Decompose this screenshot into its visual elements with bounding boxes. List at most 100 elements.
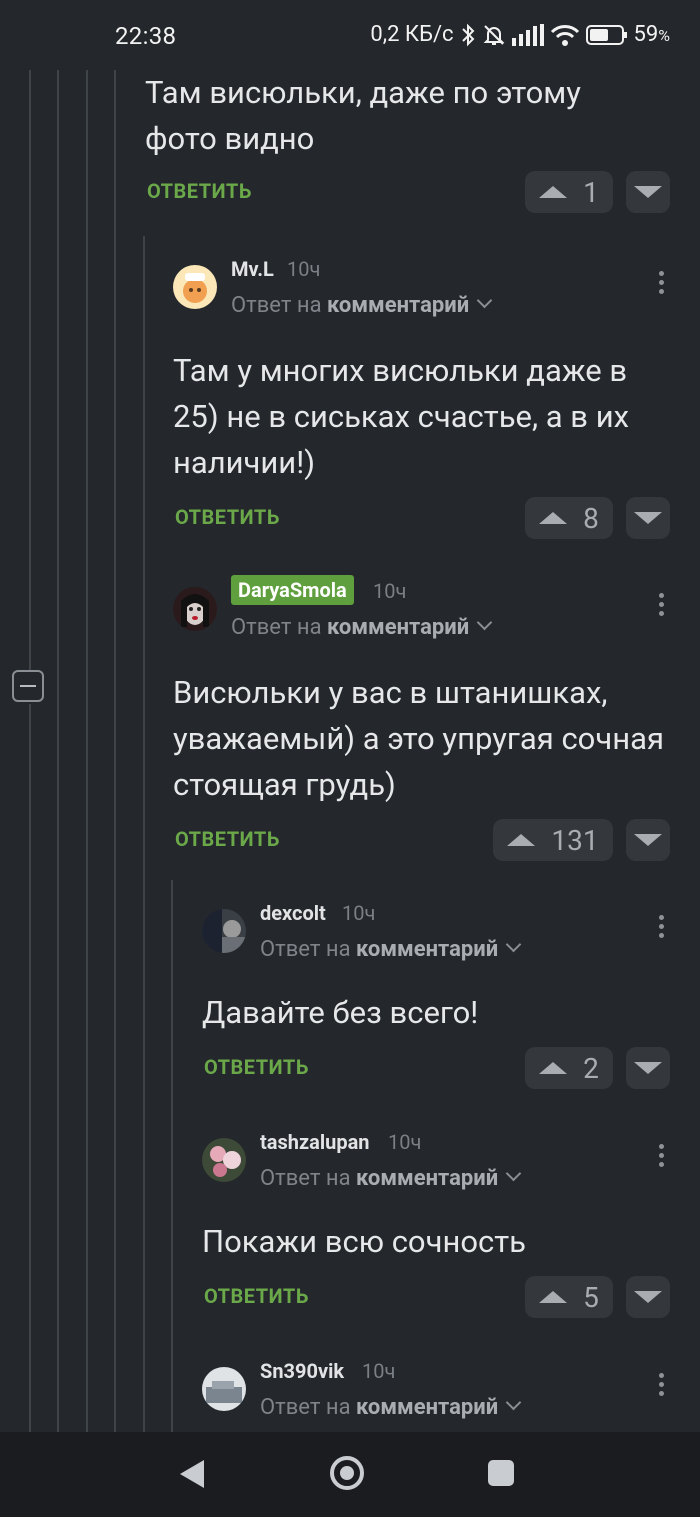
- vote-count: 131: [551, 823, 599, 857]
- thread-line: [29, 70, 31, 670]
- thread-line: [86, 70, 88, 1432]
- comment-actions: ОТВЕТИТЬ 2: [202, 1047, 670, 1089]
- arrow-down-icon: [634, 834, 662, 846]
- chevron-down-icon: [476, 292, 493, 309]
- recent-apps-icon[interactable]: [488, 1460, 514, 1486]
- upvote-button[interactable]: 5: [525, 1276, 613, 1318]
- comment-text: Покажи всю сочность: [202, 1223, 526, 1260]
- comment-actions: ОТВЕТИТЬ 131: [173, 819, 670, 861]
- bluetooth-icon: [461, 23, 474, 46]
- battery-icon: [585, 24, 627, 45]
- downvote-button[interactable]: [626, 819, 670, 861]
- username[interactable]: tashzalupan: [260, 1130, 369, 1154]
- comment: dexcolt 10ч Ответ на комментарий Давайте…: [202, 901, 670, 1089]
- downvote-button[interactable]: [626, 171, 670, 213]
- comment-header: Mv.L 10ч Ответ на комментарий: [173, 257, 670, 327]
- arrow-up-icon: [507, 834, 536, 846]
- arrow-up-icon: [539, 1291, 568, 1303]
- status-icons: 0,2 КБ/с 59%: [370, 22, 670, 47]
- comment-actions: ОТВЕТИТЬ 8: [173, 497, 670, 539]
- reply-button[interactable]: ОТВЕТИТЬ: [147, 179, 252, 203]
- back-icon[interactable]: [180, 1460, 204, 1488]
- chevron-down-icon: [505, 936, 522, 953]
- chevron-down-icon: [505, 1165, 522, 1182]
- chevron-down-icon: [505, 1394, 522, 1411]
- more-options-icon[interactable]: [659, 271, 665, 298]
- downvote-button[interactable]: [626, 497, 670, 539]
- more-options-icon[interactable]: [659, 915, 665, 942]
- comment: Mv.L 10ч Ответ на комментарий Там у мног…: [173, 257, 670, 539]
- comment-header: Sn390vik 10ч Ответ на комментарий: [202, 1359, 670, 1429]
- reply-to-link[interactable]: Ответ на комментарий: [260, 1165, 522, 1191]
- vote-count: 8: [583, 501, 599, 535]
- chevron-down-icon: [476, 614, 493, 631]
- avatar-cat-icon: [173, 265, 217, 309]
- reply-button[interactable]: ОТВЕТИТЬ: [175, 505, 280, 529]
- reply-button[interactable]: ОТВЕТИТЬ: [204, 1055, 309, 1079]
- reply-button[interactable]: ОТВЕТИТЬ: [204, 1284, 309, 1308]
- comment-text: Давайте без всего!: [202, 994, 479, 1031]
- comment-actions: ОТВЕТИТЬ 5: [202, 1276, 670, 1318]
- home-icon[interactable]: [330, 1456, 364, 1490]
- comment-text: Висюльки у вас в штанишках, уважаемый) а…: [173, 674, 664, 803]
- downvote-button[interactable]: [626, 1276, 670, 1318]
- avatar-flowers-icon: [202, 1138, 246, 1182]
- more-options-icon[interactable]: [659, 1373, 665, 1400]
- comment-time: 10ч: [287, 257, 321, 281]
- comment-top: Там висюльки, даже по этому фото видно О…: [145, 70, 670, 213]
- more-options-icon[interactable]: [659, 593, 665, 620]
- system-nav-bar: [0, 1432, 700, 1517]
- arrow-down-icon: [634, 1062, 662, 1074]
- comment-header: DaryaSmola 10ч Ответ на комментарий: [173, 575, 670, 649]
- signal-icon: [511, 23, 544, 46]
- arrow-down-icon: [634, 186, 662, 198]
- collapse-thread-button[interactable]: [12, 670, 44, 702]
- arrow-up-icon: [539, 186, 568, 198]
- arrow-down-icon: [634, 512, 662, 524]
- reply-to-link[interactable]: Ответ на комментарий: [260, 936, 522, 962]
- downvote-button[interactable]: [626, 1047, 670, 1089]
- comment-header: tashzalupan 10ч Ответ на комментарий: [202, 1130, 670, 1200]
- status-bar: 22:38 0,2 КБ/с 59%: [0, 0, 700, 70]
- username[interactable]: Mv.L: [231, 257, 274, 281]
- arrow-up-icon: [539, 1062, 568, 1074]
- username[interactable]: Sn390vik: [260, 1359, 344, 1383]
- reply-button[interactable]: ОТВЕТИТЬ: [175, 827, 280, 851]
- thread-line: [143, 236, 145, 1432]
- bell-off-icon: [483, 24, 504, 45]
- thread-line: [171, 880, 173, 1432]
- avatar[interactable]: [202, 1138, 246, 1182]
- avatar-photo-icon: [202, 909, 246, 953]
- upvote-button[interactable]: 1: [525, 171, 613, 213]
- comment-time: 10ч: [373, 579, 407, 603]
- comment: Sn390vik 10ч Ответ на комментарий: [202, 1359, 670, 1429]
- vote-count: 1: [583, 175, 599, 209]
- username[interactable]: DaryaSmola: [231, 575, 354, 605]
- username[interactable]: dexcolt: [260, 901, 326, 925]
- comment-time: 10ч: [388, 1130, 422, 1154]
- avatar[interactable]: [173, 587, 217, 631]
- battery-percent: 59%: [633, 22, 670, 47]
- reply-to-link[interactable]: Ответ на комментарий: [231, 614, 493, 640]
- comment-time: 10ч: [362, 1359, 396, 1383]
- comment-header: dexcolt 10ч Ответ на комментарий: [202, 901, 670, 971]
- reply-to-link[interactable]: Ответ на комментарий: [260, 1394, 522, 1420]
- comment-time: 10ч: [342, 901, 376, 925]
- comment-text: Там висюльки, даже по этому фото видно: [145, 74, 581, 157]
- thread-line: [57, 70, 59, 1432]
- more-options-icon[interactable]: [659, 1144, 665, 1171]
- arrow-up-icon: [539, 512, 568, 524]
- thread-line: [29, 704, 31, 1432]
- avatar[interactable]: [202, 909, 246, 953]
- comment-actions: ОТВЕТИТЬ 1: [145, 171, 670, 213]
- net-speed: 0,2 КБ/с: [370, 22, 454, 47]
- upvote-button[interactable]: 8: [525, 497, 613, 539]
- avatar[interactable]: [202, 1367, 246, 1411]
- thread-line: [114, 70, 116, 1432]
- avatar-photo-icon: [173, 587, 217, 631]
- upvote-button[interactable]: 131: [493, 819, 613, 861]
- avatar[interactable]: [173, 265, 217, 309]
- upvote-button[interactable]: 2: [525, 1047, 613, 1089]
- reply-to-link[interactable]: Ответ на комментарий: [231, 292, 493, 318]
- avatar-photo-icon: [202, 1367, 246, 1411]
